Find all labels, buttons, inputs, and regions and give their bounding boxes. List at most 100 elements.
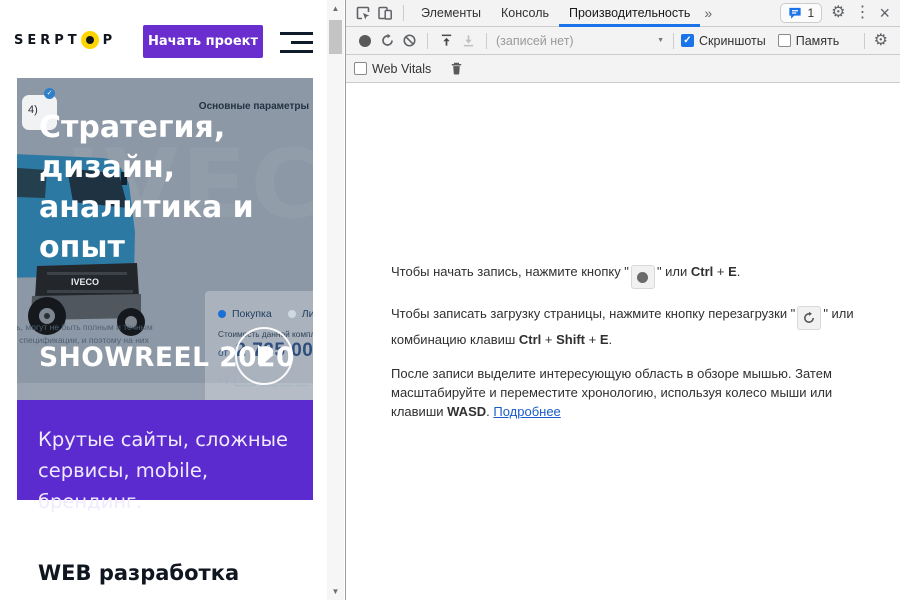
headline-line: дизайн, (39, 148, 254, 188)
scroll-up-icon[interactable]: ▲ (327, 4, 344, 13)
inline-record-button-icon (631, 265, 655, 289)
hero-slide: IVECO IVECO 4) (17, 78, 313, 400)
record-icon (359, 35, 371, 47)
memory-checkbox[interactable] (778, 34, 791, 47)
performance-landing: Чтобы начать запись, нажмите кнопку " " и… (346, 83, 900, 600)
instruction-reload: Чтобы записать загрузку страницы, нажмит… (391, 304, 855, 349)
logo-text-right: P (103, 33, 117, 48)
purple-banner: Крутые сайты, сложные сервисы, mobile, б… (17, 400, 313, 500)
avatar-glyph: 4) (28, 104, 38, 116)
burger-line (291, 41, 313, 44)
web-vitals-checkbox[interactable] (354, 62, 367, 75)
instruction-record: Чтобы начать запись, нажмите кнопку " " и… (391, 262, 855, 290)
divider (427, 33, 428, 49)
capture-settings-gear-icon[interactable]: ⚙ (874, 33, 888, 49)
disclaimer-line: сь, могут не быть полным и точным (17, 321, 153, 334)
banner-text: Крутые сайты, сложные сервисы, mobile, б… (38, 424, 313, 517)
devtools-panel: Элементы Консоль Производительность » 1 … (345, 0, 900, 600)
site-header: SERPT P Начать проект (0, 0, 327, 78)
section-heading: WEB разработка (38, 561, 239, 585)
save-profile-icon[interactable] (457, 30, 479, 52)
divider (403, 5, 404, 21)
text: " или (657, 264, 691, 279)
headline-line: опыт (39, 228, 254, 268)
key-e: E (728, 264, 737, 279)
banner-line: сервисы, mobile, брендинг. (38, 455, 313, 517)
scroll-down-icon[interactable]: ▼ (327, 587, 344, 596)
hero-headline: Стратегия, дизайн, аналитика и опыт (39, 108, 254, 268)
devtools-tabbar: Элементы Консоль Производительность » 1 … (346, 0, 900, 27)
recordings-dropdown[interactable]: (записей нет) ▼ (496, 34, 664, 48)
logo-o-icon (81, 31, 99, 49)
burger-line (280, 32, 313, 35)
clear-button[interactable] (398, 30, 420, 52)
screenshots-label[interactable]: Скриншоты (699, 34, 766, 48)
device-toolbar-icon[interactable] (374, 2, 396, 24)
inline-reload-button-icon (797, 306, 821, 330)
tab-console[interactable]: Консоль (491, 0, 559, 27)
text: + (585, 332, 600, 347)
load-profile-icon[interactable] (435, 30, 457, 52)
headline-line: аналитика и (39, 188, 254, 228)
play-button[interactable] (235, 327, 293, 385)
radio-buy-label[interactable]: Покупка (232, 308, 272, 320)
key-wasd: WASD (447, 404, 486, 419)
memory-label[interactable]: Память (796, 34, 840, 48)
purchase-type-radios: Покупка Лизинг (218, 308, 313, 320)
site-preview-pane: SERPT P Начать проект IVECO (0, 0, 345, 600)
learn-more-link[interactable]: Подробнее (493, 404, 560, 419)
inspect-element-icon[interactable] (352, 2, 374, 24)
close-devtools-icon[interactable]: × (879, 4, 890, 22)
instruction-zoom: После записи выделите интересующую облас… (391, 364, 855, 421)
key-e: E (600, 332, 609, 347)
tabbar-right-cluster: 1 ⚙ ⋮ × (780, 3, 900, 23)
key-ctrl: Ctrl (519, 332, 541, 347)
text: . (609, 332, 613, 347)
text: + (541, 332, 556, 347)
logo-dot-icon (86, 36, 94, 44)
recordings-dropdown-value: (записей нет) (496, 34, 574, 48)
text: . (737, 264, 741, 279)
webvitals-row: Web Vitals (346, 55, 900, 83)
verified-badge-icon: ✓ (44, 88, 55, 99)
burger-line (280, 50, 313, 53)
start-project-button[interactable]: Начать проект (143, 25, 263, 58)
web-vitals-label[interactable]: Web Vitals (372, 62, 431, 76)
logo-text-left: SERPT (14, 33, 81, 48)
instructions: Чтобы начать запись, нажмите кнопку " " и… (391, 262, 855, 422)
issues-badge[interactable]: 1 (780, 3, 822, 23)
trash-icon[interactable] (445, 58, 467, 80)
serptop-logo[interactable]: SERPT P (14, 31, 116, 49)
key-shift: Shift (556, 332, 585, 347)
tab-elements[interactable]: Элементы (411, 0, 491, 27)
page-scrollbar[interactable]: ▲ ▼ (327, 0, 344, 600)
scrollbar-thumb[interactable] (329, 20, 342, 54)
key-ctrl: Ctrl (691, 264, 713, 279)
divider (486, 33, 487, 49)
divider (673, 33, 674, 49)
text: + (713, 264, 728, 279)
tab-performance[interactable]: Производительность (559, 0, 700, 27)
performance-toolbar: (записей нет) ▼ ✓ Скриншоты Память ⚙ (346, 27, 900, 55)
play-icon (258, 345, 274, 365)
record-and-reload-button[interactable] (376, 30, 398, 52)
screen: SERPT P Начать проект IVECO (0, 0, 900, 600)
radio-lease-label[interactable]: Лизинг (302, 308, 313, 320)
banner-line: Крутые сайты, сложные (38, 424, 313, 455)
divider (864, 33, 865, 49)
screenshots-checkbox[interactable]: ✓ (681, 34, 694, 47)
record-icon (637, 272, 648, 283)
record-button[interactable] (354, 30, 376, 52)
more-tabs-icon[interactable]: » (704, 5, 712, 21)
van-brand-label: IVECO (71, 277, 99, 287)
radio-lease-unselected[interactable] (288, 310, 296, 318)
headline-line: Стратегия, (39, 108, 254, 148)
text: Чтобы записать загрузку страницы, нажмит… (391, 306, 795, 321)
radio-buy-selected[interactable] (218, 310, 226, 318)
settings-gear-icon[interactable]: ⚙ (831, 5, 845, 21)
menu-burger-icon[interactable] (280, 32, 313, 53)
issues-bubble-icon (788, 7, 802, 20)
chevron-down-icon: ▼ (657, 37, 664, 44)
menu-dots-icon[interactable]: ⋮ (854, 5, 870, 21)
text: Чтобы начать запись, нажмите кнопку " (391, 264, 629, 279)
